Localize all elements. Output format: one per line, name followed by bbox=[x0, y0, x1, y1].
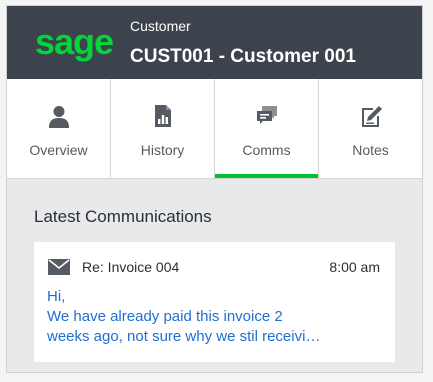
preview-line: weeks ago, not sure why we stil receivi… bbox=[47, 328, 321, 345]
customer-title: CUST001 - Customer 001 bbox=[130, 46, 356, 67]
tab-comms[interactable]: Comms bbox=[215, 79, 319, 178]
chat-icon bbox=[256, 106, 277, 124]
preview-line: We have already paid this invoice 2 bbox=[47, 308, 283, 325]
customer-header: sage Customer CUST001 - Customer 001 bbox=[7, 6, 422, 79]
tab-bar: Overview History Comms Notes bbox=[7, 79, 422, 179]
envelope-icon bbox=[48, 259, 70, 275]
tab-label-overview: Overview bbox=[29, 142, 88, 158]
preview-line: Hi, bbox=[47, 288, 66, 305]
tab-notes[interactable]: Notes bbox=[319, 79, 422, 178]
message-subject: Re: Invoice 004 bbox=[82, 259, 180, 275]
header-kicker: Customer bbox=[130, 18, 191, 34]
message-preview: Hi, We have already paid this invoice 2 … bbox=[47, 287, 381, 347]
tab-overview[interactable]: Overview bbox=[7, 79, 111, 178]
tab-label-notes: Notes bbox=[352, 142, 389, 158]
sage-logo: sage bbox=[35, 21, 114, 62]
edit-note-icon bbox=[361, 106, 382, 127]
person-icon bbox=[48, 106, 69, 128]
section-heading: Latest Communications bbox=[34, 207, 212, 226]
customer-panel: sage Customer CUST001 - Customer 001 Ove… bbox=[6, 5, 423, 373]
comms-content: Latest Communications Re: Invoice 004 8:… bbox=[7, 207, 422, 362]
tab-history[interactable]: History bbox=[111, 79, 215, 178]
tab-label-history: History bbox=[140, 142, 185, 158]
active-tab-indicator bbox=[215, 174, 318, 178]
communication-card[interactable]: Re: Invoice 004 8:00 am Hi, We have alre… bbox=[34, 242, 395, 362]
document-chart-icon bbox=[154, 105, 171, 127]
tab-label-comms: Comms bbox=[242, 142, 291, 158]
message-time: 8:00 am bbox=[329, 259, 380, 275]
